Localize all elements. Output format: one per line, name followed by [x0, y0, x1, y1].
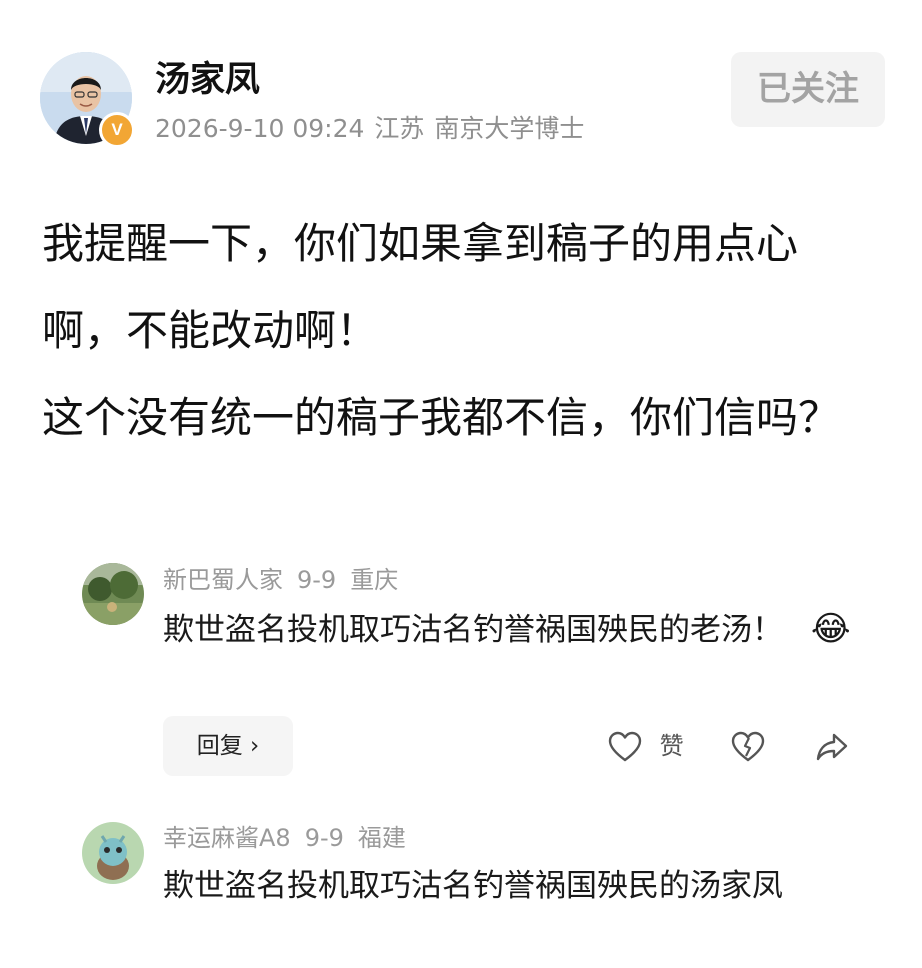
comment-text: 欺世盗名投机取巧沽名钓誉祸国殃民的汤家凤 — [163, 868, 783, 904]
comment-username[interactable]: 幸运麻酱A8 — [163, 824, 291, 852]
comment-date: 9-9 — [304, 824, 344, 852]
post-paragraph: 这个没有统一的稿子我都不信，你们信吗？ — [42, 393, 841, 442]
post-meta: 2026-9-10 09:24 江苏 南京大学博士 — [155, 112, 594, 146]
laughing-crying-emoji: 😂 — [810, 609, 851, 649]
follow-button[interactable]: 已关注 — [731, 52, 885, 127]
post-date: 2026-9-10 09:24 — [155, 114, 365, 143]
author-name[interactable]: 汤家凤 — [155, 58, 260, 102]
comment-meta: 幸运麻酱A8 9-9 福建 — [163, 821, 420, 855]
comment-avatar[interactable] — [82, 563, 144, 625]
comment-location: 重庆 — [350, 566, 399, 594]
avatar-image — [82, 563, 144, 625]
broken-heart-icon — [731, 731, 765, 762]
like-label: 赞 — [659, 732, 684, 760]
dislike-button[interactable] — [731, 730, 765, 763]
like-button[interactable]: 赞 — [608, 730, 684, 763]
reply-button[interactable]: 回复 › — [163, 716, 293, 776]
heart-icon — [608, 731, 642, 762]
avatar-image — [82, 822, 144, 884]
comment-avatar[interactable] — [82, 822, 144, 884]
share-button[interactable] — [815, 730, 849, 763]
comment-location: 福建 — [357, 824, 406, 852]
comment-text: 欺世盗名投机取巧沽名钓誉祸国殃民的老汤！ 😂 — [163, 609, 851, 649]
comment-meta: 新巴蜀人家 9-9 重庆 — [163, 563, 412, 597]
post-content: 我提醒一下，你们如果拿到稿子的用点心啊，不能改动啊！ 这个没有统一的稿子我都不信… — [42, 200, 872, 461]
verified-badge: V — [99, 112, 135, 148]
post-location: 江苏 — [374, 114, 425, 143]
comment-username[interactable]: 新巴蜀人家 — [163, 566, 283, 594]
share-icon — [816, 733, 848, 761]
author-title: 南京大学博士 — [434, 114, 585, 143]
post-paragraph: 我提醒一下，你们如果拿到稿子的用点心啊，不能改动啊！ — [42, 219, 799, 355]
comment-date: 9-9 — [297, 566, 337, 594]
